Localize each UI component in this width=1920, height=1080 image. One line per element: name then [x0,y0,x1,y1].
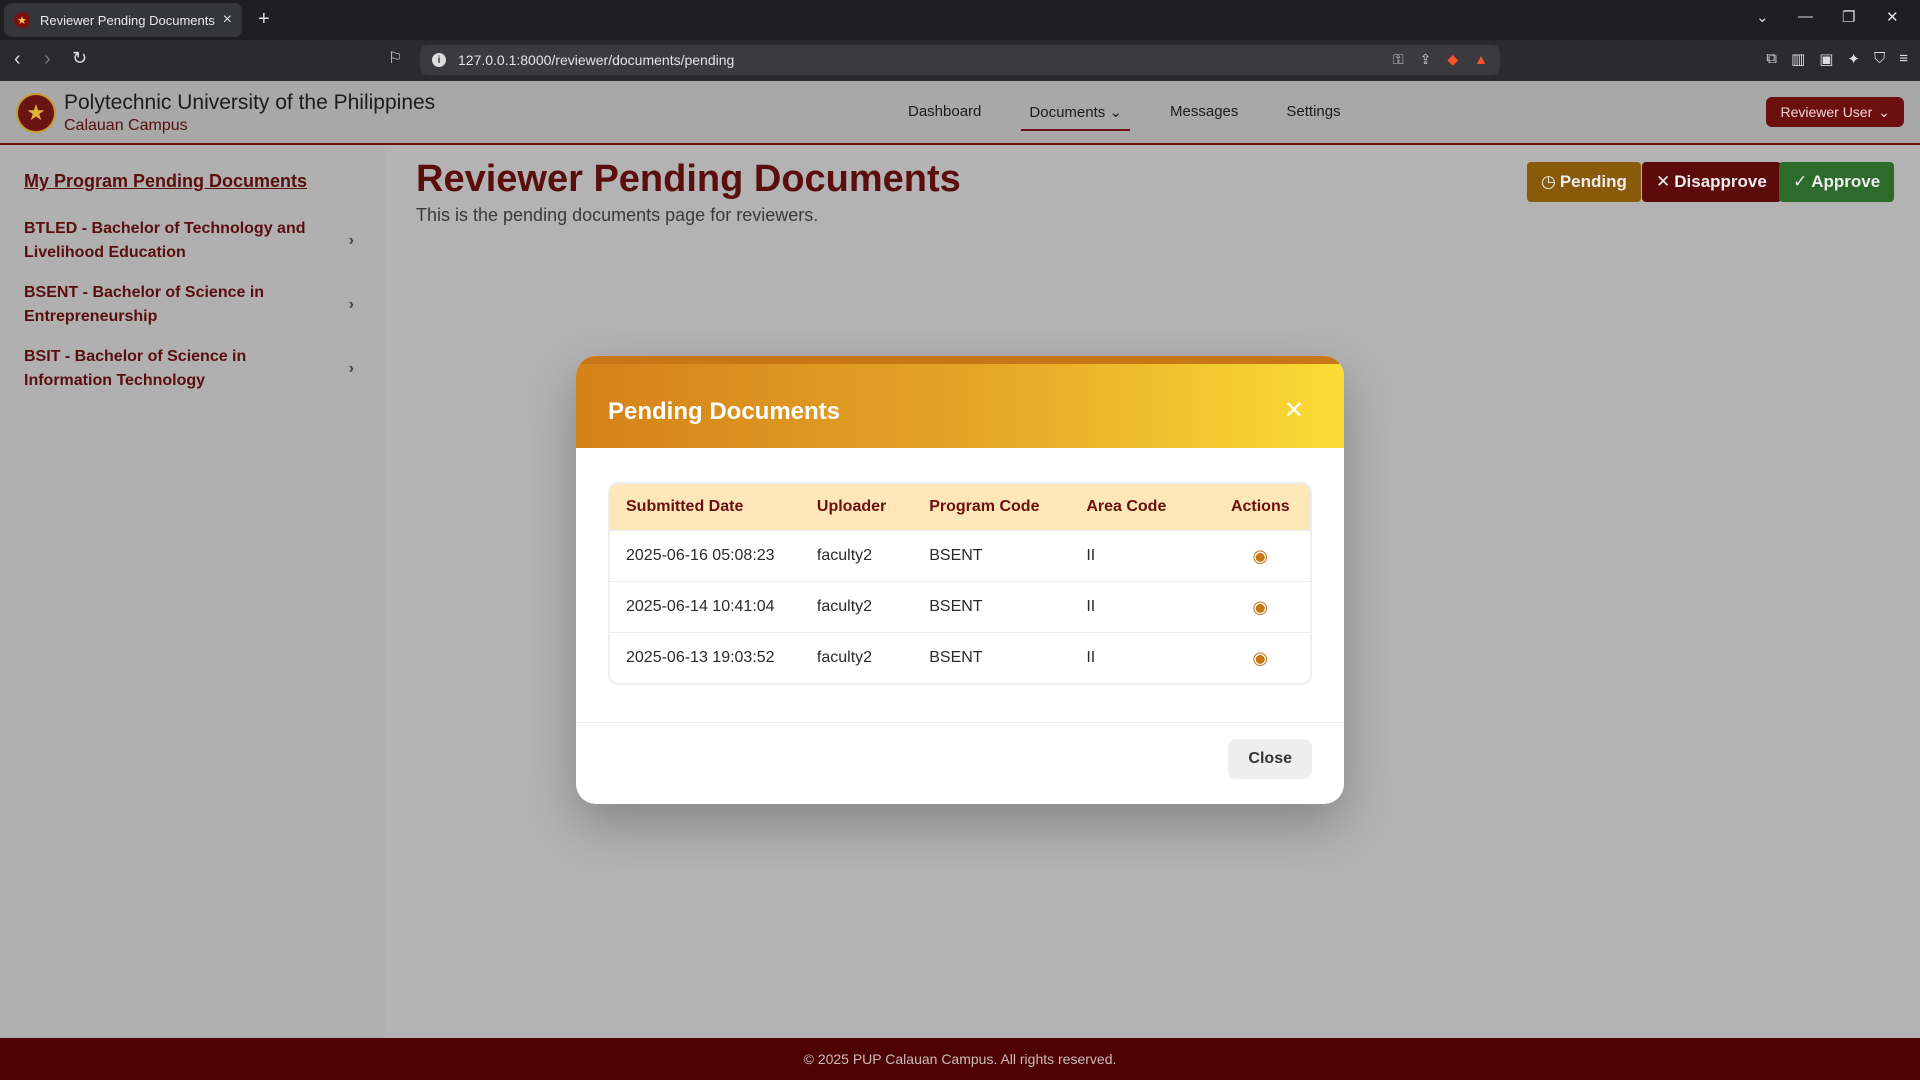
key-icon[interactable]: ⚿ [1393,51,1404,68]
view-eye-icon[interactable]: ◉ [1252,597,1268,618]
sidebar-item-btled[interactable]: BTLED - Bachelor of Technology and Livel… [24,217,364,265]
app-header: ★ Polytechnic University of the Philippi… [0,81,1920,145]
nav-messages[interactable]: Messages [1162,103,1246,131]
modal-title: Pending Documents [608,398,841,425]
cell-area: II [1086,649,1096,666]
favicon-icon: ★ [14,12,30,28]
sidebar: My Program Pending Documents BTLED - Bac… [0,147,385,1038]
cell-program: BSENT [929,649,983,666]
extensions-icon[interactable]: ⧉ [1766,50,1777,68]
sidebar-toggle-icon[interactable]: ▥ [1791,50,1805,68]
new-tab-icon[interactable]: + [258,8,270,31]
university-logo: ★ [16,93,56,133]
top-nav: Dashboard Documents ⌄ Messages Settings [900,103,1349,131]
nav-dashboard[interactable]: Dashboard [900,103,989,131]
view-eye-icon[interactable]: ◉ [1252,546,1268,567]
chevron-right-icon: › [348,360,354,377]
address-bar[interactable]: i 127.0.0.1:8000/reviewer/documents/pend… [420,45,1500,75]
disapprove-button[interactable]: ✕ Disapprove [1642,162,1781,202]
tab-title: Reviewer Pending Documents - P [40,12,215,28]
table-row: 2025-06-14 10:41:04 faculty2 BSENT II ◉ [610,581,1310,632]
cell-program: BSENT [929,547,983,564]
browser-tab[interactable]: ★ Reviewer Pending Documents - P × [4,3,242,37]
sidebar-item-bsent[interactable]: BSENT - Bachelor of Science in Entrepren… [24,281,364,329]
documents-table: Submitted Date Uploader Program Code Are… [608,482,1312,685]
bookmark-icon[interactable]: ⚐ [388,48,402,68]
back-icon[interactable]: ‹ [14,48,21,71]
page-subtitle: This is the pending documents page for r… [416,205,819,225]
x-icon: ✕ [1656,172,1671,191]
tab-close-icon[interactable]: × [223,11,232,29]
chevron-right-icon: › [348,296,354,313]
restore-icon[interactable]: ❐ [1842,8,1855,26]
column-header: Uploader [816,498,887,515]
pending-label: Pending [1559,172,1627,191]
modal-header: Pending Documents ✕ [576,356,1344,448]
sidebar-item-bsit[interactable]: BSIT - Bachelor of Science in Informatio… [24,345,364,393]
forward-icon[interactable]: › [44,48,51,71]
pending-documents-modal: Pending Documents ✕ Submitted Date Uploa… [576,356,1344,804]
chevron-right-icon: › [348,232,354,249]
cell-date: 2025-06-14 10:41:04 [626,598,775,615]
cell-program: BSENT [929,598,983,615]
approve-label: Approve [1811,172,1881,191]
wallet-icon[interactable]: ▣ [1819,50,1833,68]
table-row: 2025-06-13 19:03:52 faculty2 BSENT II ◉ [610,632,1310,683]
user-menu-button[interactable]: Reviewer User ⌄ [1766,97,1904,127]
tab-search-icon[interactable]: ⌄ [1756,8,1769,26]
sidebar-item-label: BSIT - Bachelor of Science in Informatio… [24,348,247,389]
close-icon[interactable]: ✕ [1284,396,1304,425]
nav-documents-label: Documents [1029,104,1106,121]
leo-ai-icon[interactable]: ✦ [1847,50,1860,68]
approve-button[interactable]: ✓ Approve [1779,162,1895,202]
nav-documents[interactable]: Documents ⌄ [1021,103,1131,131]
university-name: Polytechnic University of the Philippine… [64,91,436,114]
footer-text: © 2025 PUP Calauan Campus. All rights re… [803,1051,1117,1067]
browser-tabbar: ★ Reviewer Pending Documents - P × + ⌄ —… [0,0,1920,40]
column-header: Actions [1230,498,1290,515]
window-close-icon[interactable]: ✕ [1886,8,1899,26]
minimize-icon[interactable]: — [1798,8,1813,25]
column-header: Submitted Date [626,498,744,515]
cell-uploader: faculty2 [816,547,873,564]
campus-name: Calauan Campus [64,117,188,134]
cell-date: 2025-06-16 05:08:23 [626,547,775,564]
url-text: 127.0.0.1:8000/reviewer/documents/pendin… [458,52,735,68]
sidebar-item-label: BSENT - Bachelor of Science in Entrepren… [24,284,265,325]
page-title: Reviewer Pending Documents [416,158,961,200]
disapprove-label: Disapprove [1674,172,1767,191]
sidebar-item-label: BTLED - Bachelor of Technology and Livel… [24,220,306,261]
reload-icon[interactable]: ↻ [72,48,87,69]
table-header: Submitted Date Uploader Program Code Are… [610,484,1310,530]
nav-settings[interactable]: Settings [1278,103,1348,131]
footer: © 2025 PUP Calauan Campus. All rights re… [0,1038,1920,1080]
check-icon: ✓ [1793,172,1808,191]
close-button[interactable]: Close [1228,739,1312,779]
view-eye-icon[interactable]: ◉ [1252,648,1268,669]
vpn-icon[interactable]: ⛉ [1874,50,1885,68]
site-info-icon[interactable]: i [432,53,446,67]
menu-icon[interactable]: ≡ [1899,50,1908,68]
user-name: Reviewer User [1780,104,1873,120]
chevron-down-icon: ⌄ [1878,103,1890,120]
table-row: 2025-06-16 05:08:23 faculty2 BSENT II ◉ [610,530,1310,581]
column-header: Area Code [1086,498,1167,515]
share-icon[interactable]: ⇪ [1420,51,1432,68]
modal-divider [576,722,1344,723]
pending-button[interactable]: ◷ Pending [1527,162,1641,202]
sidebar-title[interactable]: My Program Pending Documents [24,171,307,192]
cell-uploader: faculty2 [816,649,873,666]
column-header: Program Code [929,498,1040,515]
cell-date: 2025-06-13 19:03:52 [626,649,775,666]
cell-uploader: faculty2 [816,598,873,615]
chevron-down-icon: ⌄ [1109,104,1123,121]
cell-area: II [1086,547,1096,564]
clock-icon: ◷ [1541,172,1556,191]
brave-shields-icon[interactable]: ◆ [1447,51,1458,68]
browser-toolbar: ‹ › ↻ ⚐ i 127.0.0.1:8000/reviewer/docume… [0,40,1920,81]
brave-rewards-icon[interactable]: ▲ [1474,51,1488,68]
cell-area: II [1086,598,1096,615]
